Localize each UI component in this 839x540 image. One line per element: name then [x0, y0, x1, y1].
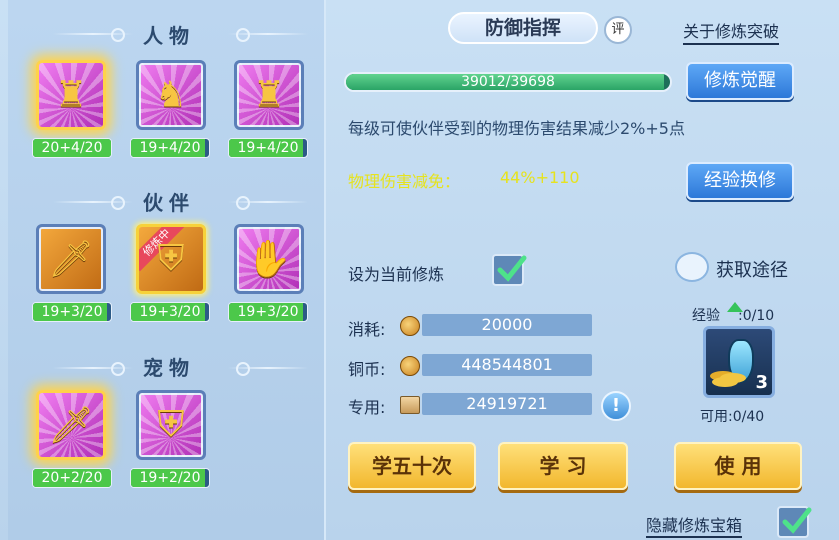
- level-bar: 20+4/20: [32, 138, 112, 158]
- experience-text: 39012/39698: [461, 74, 555, 90]
- level-bar: 19+4/20: [130, 138, 210, 158]
- scroll-ornament-icon: [53, 362, 133, 376]
- exchange-exp-button[interactable]: 经验换修: [686, 162, 794, 200]
- special-value: 24919721: [422, 393, 592, 415]
- level-bar: 19+3/20: [130, 302, 210, 322]
- scroll-ornament-icon: [53, 196, 133, 210]
- book-icon[interactable]: [675, 252, 709, 282]
- lion-shield-icon: ⛨: [157, 238, 185, 279]
- cat-shield-icon: ⛨: [157, 404, 185, 445]
- slot-character-2[interactable]: ♞: [136, 60, 206, 130]
- copper-value: 448544801: [422, 354, 592, 376]
- section-title-partner: 伙伴: [143, 191, 195, 215]
- set-current-label: 设为当前修炼: [348, 265, 445, 284]
- eval-badge[interactable]: 评: [604, 16, 632, 44]
- slot-character-1[interactable]: ♜: [36, 60, 106, 130]
- scroll-icon: [400, 396, 420, 414]
- learn-button[interactable]: 学 习: [498, 442, 628, 490]
- vase-icon: [728, 339, 754, 383]
- armored-warrior-shield-icon: ♞: [154, 74, 188, 116]
- section-title-character: 人物: [143, 24, 195, 48]
- armored-warrior-meditating-icon: ♜: [54, 74, 88, 116]
- checkmark-icon: [782, 507, 812, 534]
- use-button[interactable]: 使 用: [674, 442, 802, 490]
- copper-label: 铜币:: [348, 360, 386, 379]
- lion-sword-icon: 🗡: [48, 239, 94, 280]
- special-label: 专用:: [348, 398, 386, 417]
- lion-gauntlet-icon: ✋: [246, 239, 292, 280]
- scroll-ornament-icon: [228, 362, 308, 376]
- effect-label: 物理伤害减免：: [348, 172, 461, 191]
- set-current-checkbox[interactable]: [492, 254, 527, 286]
- armored-warrior-icon: ♜: [252, 74, 286, 116]
- info-icon[interactable]: !: [601, 391, 631, 421]
- skill-description: 每级可使伙伴受到的物理伤害结果减少2%+5点: [348, 119, 685, 138]
- exp-item-slot[interactable]: 3: [703, 326, 775, 398]
- experience-progress-bar: 39012/39698: [344, 72, 672, 92]
- get-source-link[interactable]: 获取途径: [716, 256, 788, 282]
- slot-partner-3[interactable]: ✋: [234, 224, 304, 294]
- slot-partner-1[interactable]: 🗡: [36, 224, 106, 294]
- level-bar: 20+2/20: [32, 468, 112, 488]
- scroll-ornament-icon: [53, 28, 133, 42]
- learn-fifty-button[interactable]: 学五十次: [348, 442, 476, 490]
- effect-value: 44%+110: [500, 168, 580, 187]
- level-bar: 19+4/20: [228, 138, 308, 158]
- awaken-button[interactable]: 修炼觉醒: [686, 62, 794, 100]
- cat-sword-icon: 🗡: [48, 405, 94, 446]
- coin-icon: [400, 316, 420, 336]
- level-bar: 19+3/20: [228, 302, 308, 322]
- checkmark-icon: [497, 255, 527, 282]
- skill-title-tab[interactable]: 防御指挥: [448, 12, 598, 44]
- gold-coins-icon: [712, 377, 738, 387]
- scroll-ornament-icon: [228, 28, 308, 42]
- hide-chest-label[interactable]: 隐藏修炼宝箱: [646, 512, 743, 538]
- scroll-ornament-icon: [228, 196, 308, 210]
- level-bar: 19+3/20: [32, 302, 112, 322]
- cultivation-window: 人物 ♜ 20+4/20 ♞ 19+4/20 ♜ 19+4/20 伙伴 🗡 19…: [0, 0, 839, 540]
- level-bar: 19+2/20: [130, 468, 210, 488]
- arrow-up-icon: [727, 302, 743, 312]
- slot-character-3[interactable]: ♜: [234, 60, 304, 130]
- available-count: 可用:0/40: [700, 409, 765, 425]
- left-panel: 人物 ♜ 20+4/20 ♞ 19+4/20 ♜ 19+4/20 伙伴 🗡 19…: [8, 0, 326, 540]
- slot-partner-2[interactable]: 修炼中 ⛨: [136, 224, 206, 294]
- cost-value: 20000: [422, 314, 592, 336]
- coin-icon: [400, 356, 420, 376]
- section-title-pet: 宠物: [143, 356, 195, 380]
- slot-pet-1[interactable]: 🗡: [36, 390, 106, 460]
- item-count: 3: [755, 372, 768, 393]
- cost-label: 消耗:: [348, 320, 386, 339]
- slot-pet-2[interactable]: ⛨: [136, 390, 206, 460]
- hide-chest-checkbox[interactable]: [777, 506, 812, 538]
- about-breakthrough-link[interactable]: 关于修炼突破: [683, 18, 780, 45]
